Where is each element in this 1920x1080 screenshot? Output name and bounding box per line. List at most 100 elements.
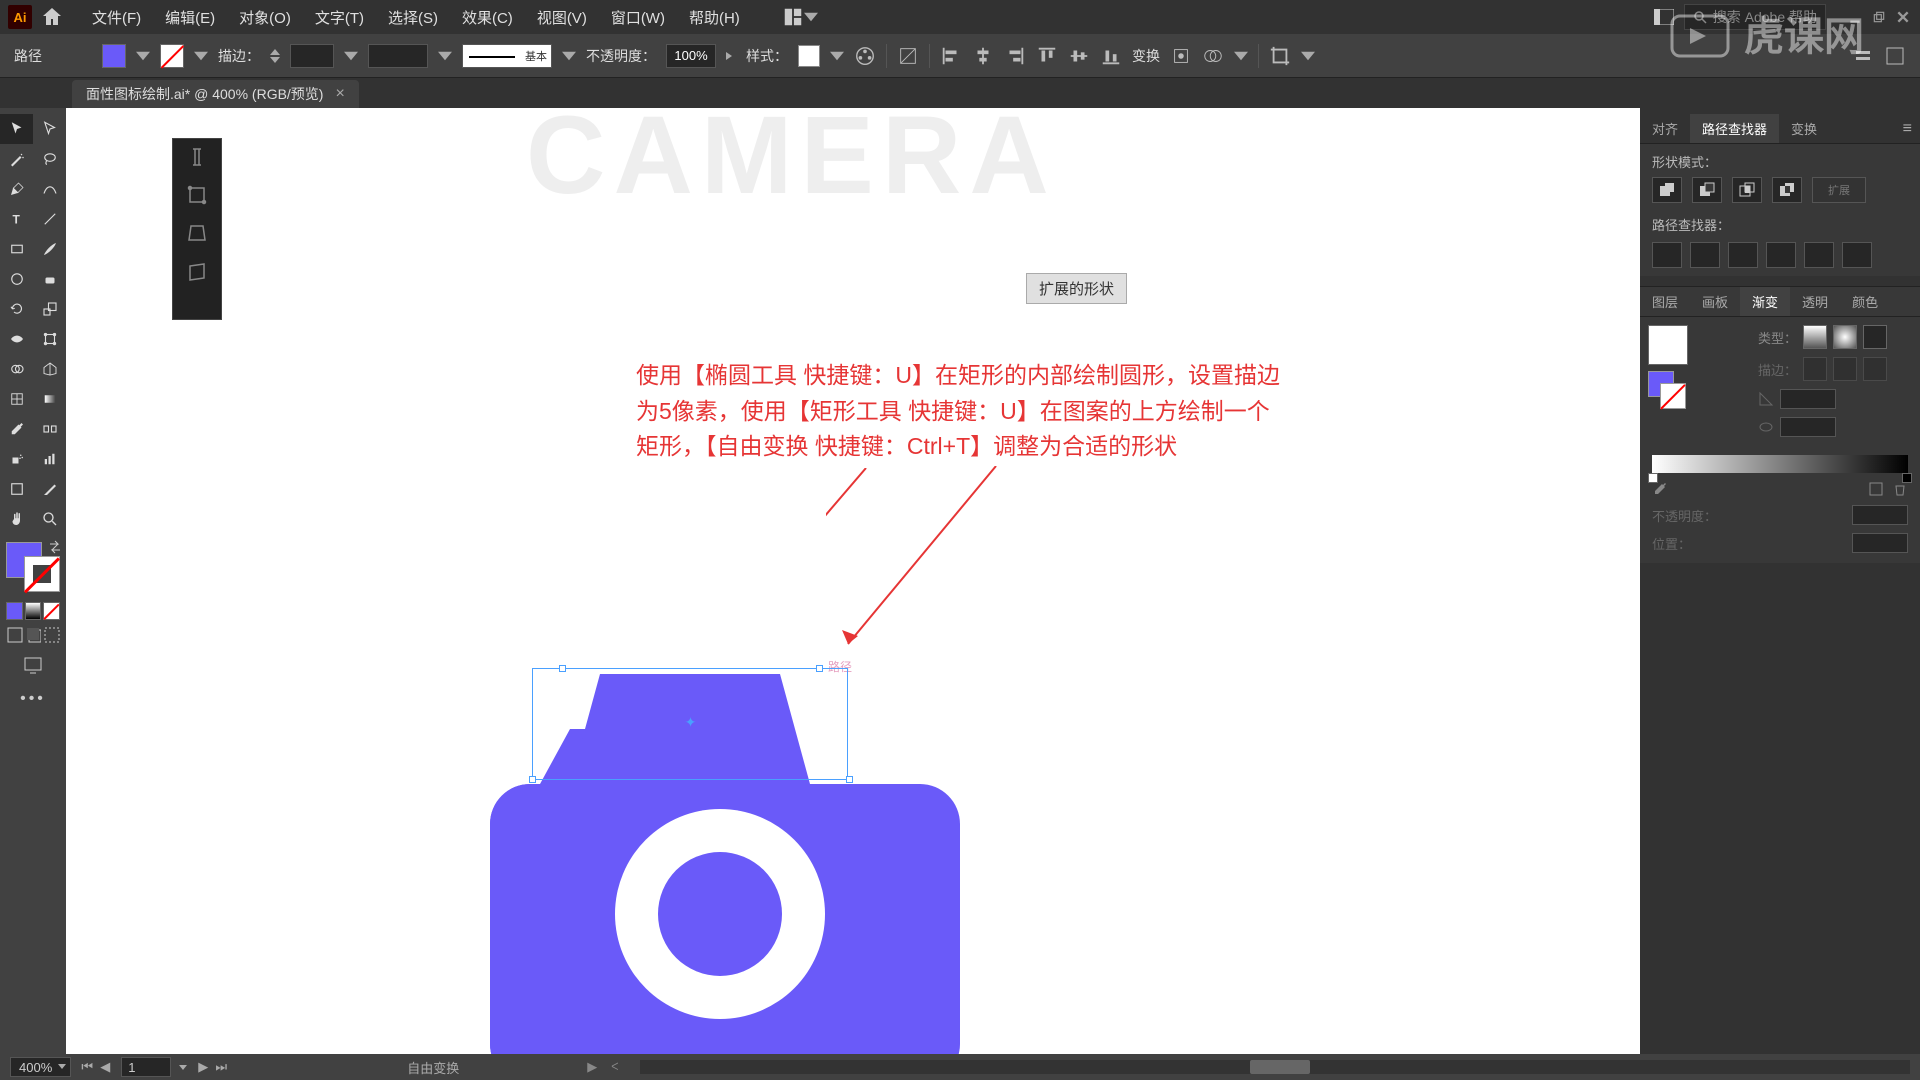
chevron-down-icon[interactable] xyxy=(830,49,844,63)
gradient-slider[interactable] xyxy=(1652,455,1908,473)
zoom-tool[interactable] xyxy=(33,504,66,534)
blend-tool[interactable] xyxy=(33,414,66,444)
tab-layers[interactable]: 图层 xyxy=(1640,287,1690,316)
direct-selection-tool[interactable] xyxy=(33,114,66,144)
mesh-tool[interactable] xyxy=(0,384,33,414)
menu-object[interactable]: 对象(O) xyxy=(227,7,303,28)
align-bottom-icon[interactable] xyxy=(1100,45,1122,67)
doc-tab[interactable]: 面性图标绘制.ai* @ 400% (RGB/预览) × xyxy=(72,80,359,108)
exclude-button[interactable] xyxy=(1772,177,1802,203)
swap-fill-stroke-icon[interactable] xyxy=(48,540,62,554)
delete-stop-icon[interactable] xyxy=(1892,481,1908,497)
gradient-stroke-indicator[interactable] xyxy=(1660,383,1686,409)
tab-close-icon[interactable]: × xyxy=(335,85,344,103)
selection-tool[interactable] xyxy=(0,114,33,144)
crop-button[interactable] xyxy=(1766,242,1796,268)
artboard-number-input[interactable]: 1 xyxy=(121,1057,171,1077)
chevron-down-icon[interactable] xyxy=(194,49,208,63)
perspective-distort-icon[interactable] xyxy=(185,221,209,245)
tab-color[interactable]: 颜色 xyxy=(1840,287,1890,316)
menu-window[interactable]: 窗口(W) xyxy=(599,7,677,28)
rotate-tool[interactable] xyxy=(0,294,33,324)
close-icon[interactable] xyxy=(1894,10,1912,24)
add-stop-icon[interactable] xyxy=(1868,481,1884,497)
outline-button[interactable] xyxy=(1804,242,1834,268)
arrange-docs-icon[interactable] xyxy=(1654,9,1674,25)
intersect-button[interactable] xyxy=(1732,177,1762,203)
last-artboard-icon[interactable]: ⏭ xyxy=(213,1059,229,1075)
merge-button[interactable] xyxy=(1728,242,1758,268)
transform-label[interactable]: 变换 xyxy=(1132,46,1160,66)
tab-gradient[interactable]: 渐变 xyxy=(1740,287,1790,316)
gradient-aspect-input[interactable] xyxy=(1780,417,1836,437)
stroke-weight-input[interactable] xyxy=(290,44,334,68)
gradient-stop-right[interactable] xyxy=(1902,473,1912,483)
chevron-down-icon[interactable] xyxy=(136,49,150,63)
freeform-gradient-button[interactable] xyxy=(1863,325,1887,349)
menu-view[interactable]: 视图(V) xyxy=(525,7,599,28)
tab-transparency[interactable]: 透明 xyxy=(1790,287,1840,316)
free-transform-tool[interactable] xyxy=(33,324,66,354)
chevron-down-icon[interactable] xyxy=(344,49,358,63)
paintbrush-tool[interactable] xyxy=(33,234,66,264)
linear-gradient-button[interactable] xyxy=(1803,325,1827,349)
stepper-up-icon[interactable] xyxy=(270,49,280,55)
chevron-down-icon[interactable] xyxy=(438,49,452,63)
menu-type[interactable]: 文字(T) xyxy=(303,7,376,28)
gradient-tool[interactable] xyxy=(33,384,66,414)
perspective-tool[interactable] xyxy=(33,354,66,384)
color-chip[interactable] xyxy=(6,602,23,620)
menu-file[interactable]: 文件(F) xyxy=(80,7,153,28)
align-top-icon[interactable] xyxy=(1036,45,1058,67)
sel-handle-bl[interactable] xyxy=(529,776,536,783)
free-transform-widget[interactable] xyxy=(172,138,222,320)
restore-icon[interactable] xyxy=(1870,10,1888,24)
slice-tool[interactable] xyxy=(33,474,66,504)
sel-handle-br[interactable] xyxy=(846,776,853,783)
symbol-sprayer-tool[interactable] xyxy=(0,444,33,474)
menu-effect[interactable]: 效果(C) xyxy=(450,7,525,28)
zoom-level-select[interactable]: 400% xyxy=(10,1057,71,1077)
fill-swatch[interactable] xyxy=(102,44,126,68)
var-width-profile[interactable] xyxy=(368,44,428,68)
eyedropper-tool[interactable] xyxy=(0,414,33,444)
align-right-icon[interactable] xyxy=(1004,45,1026,67)
chevron-down-icon[interactable] xyxy=(562,49,576,63)
width-tool[interactable] xyxy=(0,324,33,354)
none-chip[interactable] xyxy=(43,602,60,620)
scale-tool[interactable] xyxy=(33,294,66,324)
tab-align[interactable]: 对齐 xyxy=(1640,114,1690,143)
isolate-icon[interactable] xyxy=(1170,45,1192,67)
stroke-color-indicator[interactable] xyxy=(24,556,60,592)
minus-back-button[interactable] xyxy=(1842,242,1872,268)
status-collapse-icon[interactable]: ᐸ xyxy=(611,1062,618,1073)
gradient-preview[interactable] xyxy=(1648,325,1688,365)
radial-gradient-button[interactable] xyxy=(1833,325,1857,349)
chevron-down-icon[interactable] xyxy=(179,1065,187,1070)
panel-menu-icon[interactable]: ≡ xyxy=(1895,114,1920,143)
shaper-tool[interactable] xyxy=(0,264,33,294)
scrollbar-thumb[interactable] xyxy=(1250,1060,1310,1074)
shape-builder-tool[interactable] xyxy=(0,354,33,384)
stroke-swatch[interactable] xyxy=(160,44,184,68)
pen-tool[interactable] xyxy=(0,174,33,204)
next-artboard-icon[interactable]: ▶ xyxy=(195,1059,211,1075)
align-left-icon[interactable] xyxy=(940,45,962,67)
draw-behind-icon[interactable] xyxy=(25,626,42,644)
menu-select[interactable]: 选择(S) xyxy=(376,7,450,28)
lasso-tool[interactable] xyxy=(33,144,66,174)
draw-normal-icon[interactable] xyxy=(6,626,23,644)
prev-artboard-icon[interactable]: ◀ xyxy=(97,1059,113,1075)
trim-button[interactable] xyxy=(1690,242,1720,268)
sel-handle-tr[interactable] xyxy=(816,665,823,672)
eyedropper-icon[interactable] xyxy=(1652,481,1668,497)
layout-icon[interactable] xyxy=(782,6,804,28)
chevron-down-icon[interactable] xyxy=(1234,49,1248,63)
recolor-icon[interactable] xyxy=(854,45,876,67)
first-artboard-icon[interactable]: ⏮ xyxy=(79,1059,95,1075)
crop-image-icon[interactable] xyxy=(1269,45,1291,67)
artboard-canvas[interactable]: CAMERA 扩展的形状 使用【椭圆工具 快捷键：U】在矩形的内部绘制圆形，设置… xyxy=(66,108,1640,1054)
screen-mode-icon[interactable] xyxy=(22,654,44,676)
minus-front-button[interactable] xyxy=(1692,177,1722,203)
graphic-style-swatch[interactable] xyxy=(798,45,820,67)
